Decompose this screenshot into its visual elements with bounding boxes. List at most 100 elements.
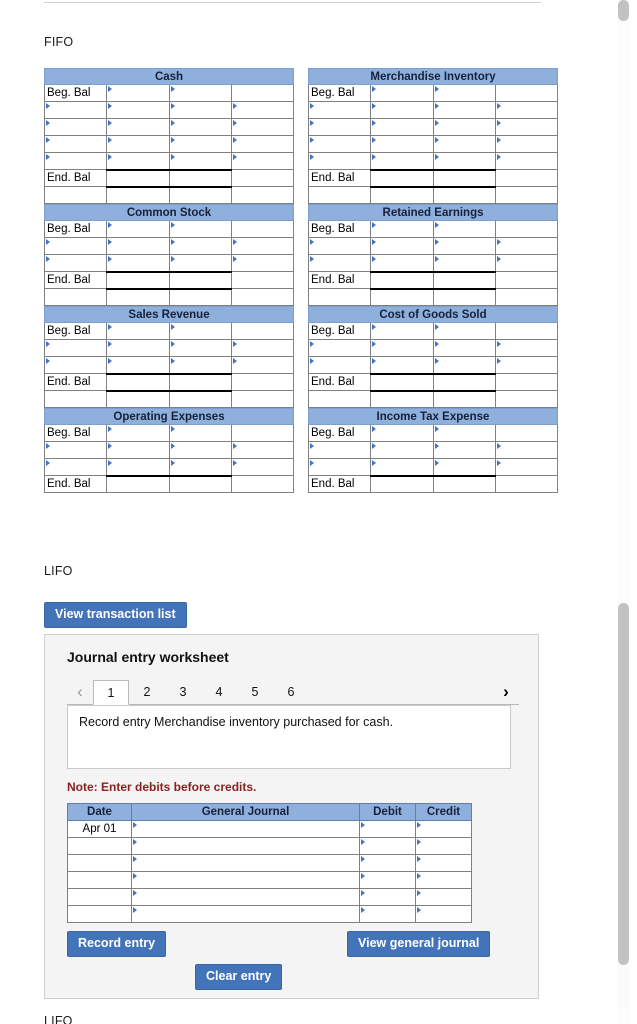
journal-cell-debit[interactable] <box>359 871 416 889</box>
t-account-input-cell[interactable] <box>168 322 232 340</box>
t-account-input-cell[interactable] <box>168 356 232 374</box>
t-account-input-cell[interactable] <box>370 254 434 272</box>
t-account-input-cell[interactable] <box>494 254 559 272</box>
t-account-input-cell[interactable] <box>106 152 170 170</box>
t-account-input-cell[interactable] <box>230 237 295 255</box>
t-account-input-cell[interactable] <box>432 118 496 136</box>
journal-cell-date[interactable] <box>67 837 132 855</box>
t-account-input-cell[interactable] <box>494 237 559 255</box>
t-account-input-cell[interactable] <box>168 84 232 102</box>
t-account-input-cell[interactable] <box>168 152 232 170</box>
t-account-input-cell[interactable] <box>307 135 372 153</box>
worksheet-tab-2[interactable]: 2 <box>129 679 165 704</box>
t-account-input-cell[interactable] <box>432 356 496 374</box>
t-account-input-cell[interactable] <box>168 441 232 459</box>
view-transaction-list-button[interactable]: View transaction list <box>44 602 187 628</box>
t-account-input-cell[interactable] <box>106 322 170 340</box>
t-account-input-cell[interactable] <box>106 101 170 119</box>
t-account-input-cell[interactable] <box>230 254 295 272</box>
journal-cell-general_journal[interactable] <box>131 888 360 906</box>
t-account-input-cell[interactable] <box>168 237 232 255</box>
t-account-input-cell[interactable] <box>370 441 434 459</box>
t-account-input-cell[interactable] <box>43 135 108 153</box>
t-account-input-cell[interactable] <box>230 152 295 170</box>
t-account-input-cell[interactable] <box>494 339 559 357</box>
t-account-input-cell[interactable] <box>370 118 434 136</box>
t-account-input-cell[interactable] <box>494 135 559 153</box>
journal-cell-debit[interactable] <box>359 905 416 923</box>
t-account-input-cell[interactable] <box>230 135 295 153</box>
journal-cell-date[interactable] <box>67 871 132 889</box>
t-account-input-cell[interactable] <box>494 441 559 459</box>
journal-cell-debit[interactable] <box>359 820 416 838</box>
journal-cell-credit[interactable] <box>415 888 472 906</box>
t-account-input-cell[interactable] <box>432 441 496 459</box>
journal-cell-debit[interactable] <box>359 837 416 855</box>
view-general-journal-button[interactable]: View general journal <box>347 931 491 957</box>
journal-cell-general_journal[interactable] <box>131 820 360 838</box>
t-account-input-cell[interactable] <box>168 118 232 136</box>
t-account-input-cell[interactable] <box>432 101 496 119</box>
t-account-input-cell[interactable] <box>230 339 295 357</box>
t-account-input-cell[interactable] <box>106 118 170 136</box>
t-account-input-cell[interactable] <box>43 254 108 272</box>
journal-cell-general_journal[interactable] <box>131 837 360 855</box>
t-account-input-cell[interactable] <box>43 118 108 136</box>
t-account-input-cell[interactable] <box>106 237 170 255</box>
t-account-input-cell[interactable] <box>432 424 496 442</box>
t-account-input-cell[interactable] <box>307 237 372 255</box>
t-account-input-cell[interactable] <box>494 356 559 374</box>
chevron-left-icon[interactable]: ‹ <box>67 679 93 704</box>
journal-cell-general_journal[interactable] <box>131 871 360 889</box>
t-account-input-cell[interactable] <box>307 152 372 170</box>
t-account-input-cell[interactable] <box>168 101 232 119</box>
journal-cell-debit[interactable] <box>359 888 416 906</box>
t-account-input-cell[interactable] <box>370 424 434 442</box>
t-account-input-cell[interactable] <box>432 322 496 340</box>
t-account-input-cell[interactable] <box>307 254 372 272</box>
t-account-input-cell[interactable] <box>106 135 170 153</box>
t-account-input-cell[interactable] <box>432 458 496 476</box>
journal-cell-date[interactable] <box>67 888 132 906</box>
journal-cell-credit[interactable] <box>415 820 472 838</box>
journal-cell-credit[interactable] <box>415 905 472 923</box>
t-account-input-cell[interactable] <box>494 101 559 119</box>
page-scrollbar-thumb[interactable] <box>618 0 629 21</box>
t-account-input-cell[interactable] <box>370 152 434 170</box>
t-account-input-cell[interactable] <box>494 152 559 170</box>
t-account-input-cell[interactable] <box>370 322 434 340</box>
t-account-input-cell[interactable] <box>106 220 170 238</box>
t-account-input-cell[interactable] <box>432 152 496 170</box>
t-account-input-cell[interactable] <box>43 356 108 374</box>
t-account-input-cell[interactable] <box>432 135 496 153</box>
t-account-input-cell[interactable] <box>230 441 295 459</box>
t-account-input-cell[interactable] <box>168 458 232 476</box>
t-account-input-cell[interactable] <box>307 101 372 119</box>
panel-scrollbar-thumb[interactable] <box>618 603 629 965</box>
t-account-input-cell[interactable] <box>43 152 108 170</box>
worksheet-tab-4[interactable]: 4 <box>201 679 237 704</box>
t-account-input-cell[interactable] <box>230 118 295 136</box>
t-account-input-cell[interactable] <box>106 84 170 102</box>
journal-cell-date[interactable]: Apr 01 <box>67 820 132 838</box>
t-account-input-cell[interactable] <box>43 458 108 476</box>
t-account-input-cell[interactable] <box>307 339 372 357</box>
worksheet-tab-3[interactable]: 3 <box>165 679 201 704</box>
t-account-input-cell[interactable] <box>168 339 232 357</box>
journal-cell-date[interactable] <box>67 854 132 872</box>
t-account-input-cell[interactable] <box>370 356 434 374</box>
t-account-input-cell[interactable] <box>230 356 295 374</box>
t-account-input-cell[interactable] <box>168 135 232 153</box>
t-account-input-cell[interactable] <box>307 356 372 374</box>
t-account-input-cell[interactable] <box>230 458 295 476</box>
journal-cell-general_journal[interactable] <box>131 854 360 872</box>
t-account-input-cell[interactable] <box>43 237 108 255</box>
t-account-input-cell[interactable] <box>370 237 434 255</box>
journal-cell-debit[interactable] <box>359 854 416 872</box>
t-account-input-cell[interactable] <box>370 339 434 357</box>
t-account-input-cell[interactable] <box>168 254 232 272</box>
t-account-input-cell[interactable] <box>370 220 434 238</box>
t-account-input-cell[interactable] <box>106 339 170 357</box>
worksheet-tab-5[interactable]: 5 <box>237 679 273 704</box>
t-account-input-cell[interactable] <box>432 237 496 255</box>
